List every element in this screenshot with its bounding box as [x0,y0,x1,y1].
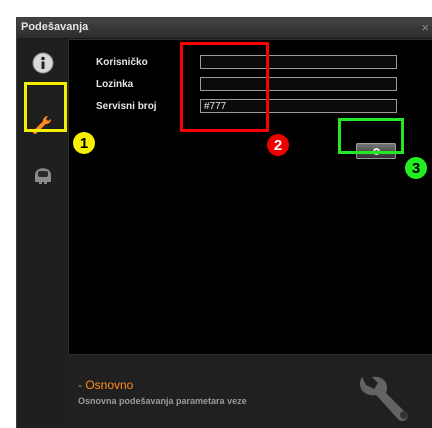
close-icon[interactable]: × [421,20,429,35]
username-label: Korisničko [96,57,148,68]
section-description: Osnovna podešavanja parametara veze [78,396,247,406]
footer-panel: - Osnovno Osnovna podešavanja parametara… [68,355,432,428]
large-wrench-icon [359,376,408,422]
sidebar-item-info[interactable] [27,47,59,79]
window-title: Podešavanja [21,21,89,33]
section-title: - Osnovno [78,378,134,392]
annotation-box-3 [338,118,404,154]
annotation-badge-1: 1 [73,132,95,154]
sidebar-item-advanced[interactable] [27,157,59,189]
password-label: Lozinka [96,79,134,90]
annotation-box-2 [180,42,269,132]
service-number-label: Servisni broj [96,101,157,112]
annotation-badge-3: 3 [405,157,427,179]
annotation-box-1 [24,82,67,132]
title-bar: Podešavanja × [17,18,432,39]
info-icon [32,52,54,74]
annotation-badge-2: 2 [267,134,289,156]
astronaut-helmet-icon [35,168,51,184]
